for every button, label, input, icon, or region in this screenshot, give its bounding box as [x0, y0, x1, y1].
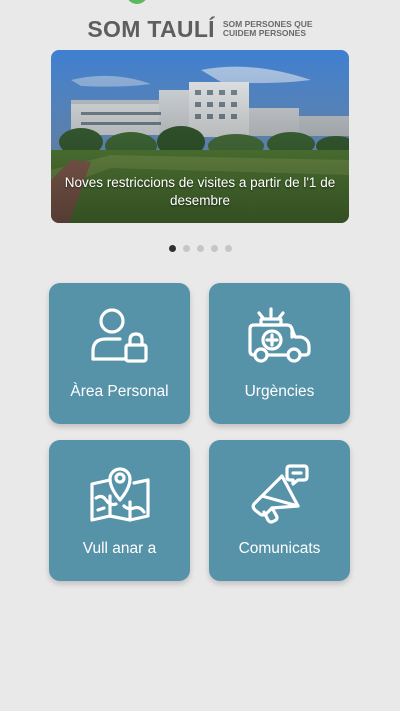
comunicats-label: Comunicats — [238, 540, 321, 557]
vull-anar-a-label: Vull anar a — [82, 540, 157, 557]
brand-tagline: SOM PERSONES QUE CUIDEM PERSONES — [222, 19, 313, 39]
urgencies-button[interactable]: Urgències — [209, 283, 350, 424]
carousel-pagination — [0, 245, 400, 253]
ambulance-icon — [247, 307, 311, 363]
pagination-dot-1[interactable] — [168, 245, 176, 252]
tagline-line-2: CUIDEM PERSONES — [222, 28, 306, 38]
urgencies-label: Urgències — [244, 383, 315, 400]
news-caption[interactable]: Noves restriccions de visites a partir d… — [51, 174, 349, 210]
pagination-dot-3[interactable] — [196, 245, 204, 252]
vull-anar-a-button[interactable]: Vull anar a — [49, 440, 190, 581]
logo-mark — [126, 0, 148, 4]
area-personal-button[interactable]: Àrea Personal — [49, 283, 190, 424]
pagination-dot-2[interactable] — [182, 245, 190, 252]
area-personal-label: Àrea Personal — [70, 383, 169, 400]
megaphone-icon — [251, 464, 309, 524]
app-header: SOM TAULÍ SOM PERSONES QUE CUIDEM PERSON… — [0, 14, 400, 44]
comunicats-button[interactable]: Comunicats — [209, 440, 350, 581]
news-carousel[interactable]: Noves restriccions de visites a partir d… — [51, 50, 349, 223]
map-pin-icon — [89, 467, 150, 522]
pagination-dot-5[interactable] — [224, 245, 232, 252]
person-lock-icon — [90, 308, 148, 363]
brand-name: SOM TAULÍ — [87, 15, 215, 42]
pagination-dot-4[interactable] — [210, 245, 218, 252]
